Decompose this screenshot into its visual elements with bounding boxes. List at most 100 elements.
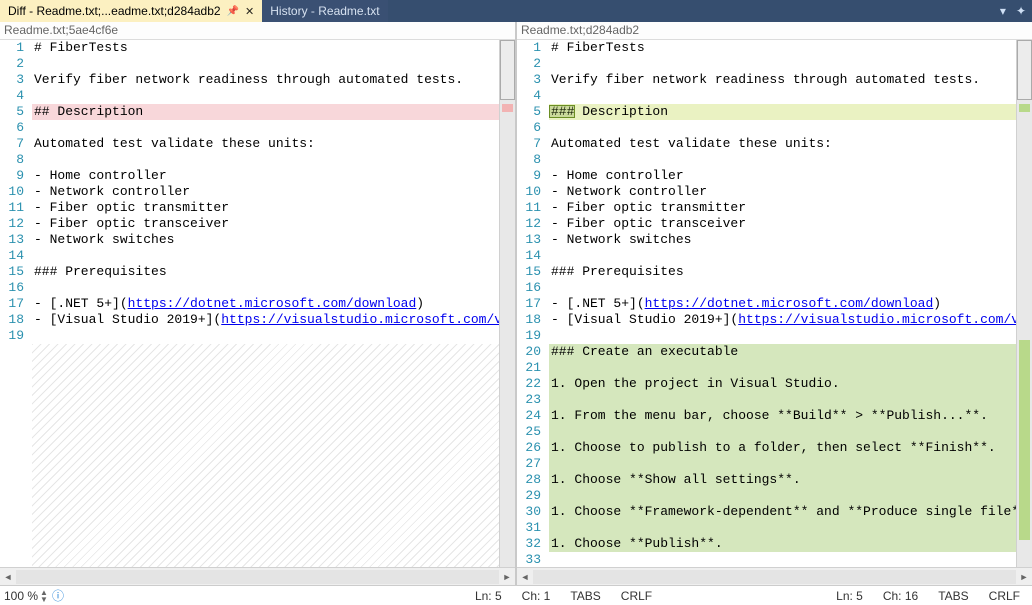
- window-position-icon[interactable]: ✦: [1016, 4, 1026, 18]
- status-tabs-left[interactable]: TABS: [562, 589, 608, 603]
- line-number: 8: [0, 152, 24, 168]
- right-code-area[interactable]: # FiberTests Verify fiber network readin…: [549, 40, 1016, 567]
- scroll-track[interactable]: [16, 570, 499, 584]
- line-number: 7: [0, 136, 24, 152]
- hyperlink[interactable]: https://dotnet.microsoft.com/download: [128, 296, 417, 311]
- code-line[interactable]: - Fiber optic transceiver: [32, 216, 499, 232]
- code-line[interactable]: ## Description: [32, 104, 499, 120]
- code-line[interactable]: 1. Choose **Framework-dependent** and **…: [549, 504, 1016, 520]
- code-line[interactable]: # FiberTests: [32, 40, 499, 56]
- code-line[interactable]: [32, 152, 499, 168]
- code-line[interactable]: # FiberTests: [549, 40, 1016, 56]
- code-line[interactable]: 1. Choose **Publish**.: [549, 536, 1016, 552]
- line-number: 5: [0, 104, 24, 120]
- code-line[interactable]: Verify fiber network readiness through a…: [549, 72, 1016, 88]
- code-line[interactable]: [549, 120, 1016, 136]
- code-line[interactable]: - Network controller: [32, 184, 499, 200]
- code-line[interactable]: [549, 328, 1016, 344]
- code-line[interactable]: 1. Open the project in Visual Studio.: [549, 376, 1016, 392]
- line-number: 11: [517, 200, 541, 216]
- code-line[interactable]: [549, 248, 1016, 264]
- code-line[interactable]: ### Prerequisites: [32, 264, 499, 280]
- line-number: 15: [0, 264, 24, 280]
- code-line[interactable]: - [.NET 5+](https://dotnet.microsoft.com…: [32, 296, 499, 312]
- status-line-right[interactable]: Ln: 5: [828, 589, 871, 603]
- code-line[interactable]: - [.NET 5+](https://dotnet.microsoft.com…: [549, 296, 1016, 312]
- code-line[interactable]: [549, 56, 1016, 72]
- line-number: 21: [517, 360, 541, 376]
- line-number: 10: [0, 184, 24, 200]
- code-line[interactable]: - Network switches: [32, 232, 499, 248]
- code-line[interactable]: [32, 280, 499, 296]
- code-line[interactable]: [32, 88, 499, 104]
- line-number: 19: [517, 328, 541, 344]
- code-line[interactable]: [549, 360, 1016, 376]
- zoom-control[interactable]: 100 % ▲▼: [4, 589, 48, 603]
- code-line[interactable]: - [Visual Studio 2019+](https://visualst…: [32, 312, 499, 328]
- right-hscrollbar[interactable]: ◄ ►: [517, 567, 1032, 585]
- status-crlf-right[interactable]: CRLF: [981, 589, 1028, 603]
- zoom-down-icon[interactable]: ▼: [40, 596, 48, 603]
- code-line[interactable]: [32, 248, 499, 264]
- scroll-right-icon[interactable]: ►: [1016, 569, 1032, 585]
- code-line[interactable]: [549, 280, 1016, 296]
- tab-overflow-dropdown-icon[interactable]: ▾: [1000, 4, 1006, 18]
- code-line[interactable]: [549, 520, 1016, 536]
- code-line[interactable]: [549, 552, 1016, 567]
- code-line[interactable]: - [Visual Studio 2019+](https://visualst…: [549, 312, 1016, 328]
- scroll-right-icon[interactable]: ►: [499, 569, 515, 585]
- code-line[interactable]: ### Create an executable: [549, 344, 1016, 360]
- code-line[interactable]: - Fiber optic transmitter: [549, 200, 1016, 216]
- code-line[interactable]: [549, 152, 1016, 168]
- pin-icon[interactable]: 📌: [227, 6, 239, 17]
- line-number: 9: [517, 168, 541, 184]
- left-code-area[interactable]: # FiberTests Verify fiber network readin…: [32, 40, 499, 567]
- right-editor[interactable]: 1234567891011121314151617181920212223242…: [517, 40, 1032, 567]
- code-line[interactable]: [32, 120, 499, 136]
- tab-history-readme[interactable]: History - Readme.txt: [262, 0, 387, 22]
- hyperlink[interactable]: https://dotnet.microsoft.com/download: [645, 296, 934, 311]
- code-line[interactable]: - Fiber optic transceiver: [549, 216, 1016, 232]
- status-crlf-left[interactable]: CRLF: [613, 589, 660, 603]
- code-line[interactable]: ### Prerequisites: [549, 264, 1016, 280]
- code-line[interactable]: [549, 456, 1016, 472]
- hyperlink[interactable]: https://visualstudio.microsoft.com/vs/: [221, 312, 499, 327]
- scroll-track[interactable]: [533, 570, 1016, 584]
- code-line[interactable]: Automated test validate these units:: [32, 136, 499, 152]
- code-line[interactable]: Verify fiber network readiness through a…: [32, 72, 499, 88]
- hyperlink[interactable]: https://visualstudio.microsoft.com/vs/: [738, 312, 1016, 327]
- code-line[interactable]: [549, 392, 1016, 408]
- line-number: 33: [517, 552, 541, 567]
- code-line[interactable]: - Fiber optic transmitter: [32, 200, 499, 216]
- status-col-left[interactable]: Ch: 1: [514, 589, 559, 603]
- tab-label: Diff - Readme.txt;...eadme.txt;d284adb2: [8, 4, 221, 18]
- left-hscrollbar[interactable]: ◄ ►: [0, 567, 515, 585]
- code-line[interactable]: - Network switches: [549, 232, 1016, 248]
- status-line[interactable]: Ln: 5: [467, 589, 510, 603]
- code-line[interactable]: 1. Choose to publish to a folder, then s…: [549, 440, 1016, 456]
- left-overview-ruler[interactable]: [499, 40, 515, 567]
- status-tabs-right[interactable]: TABS: [930, 589, 976, 603]
- code-line[interactable]: - Home controller: [32, 168, 499, 184]
- right-overview-ruler[interactable]: [1016, 40, 1032, 567]
- code-line[interactable]: [549, 488, 1016, 504]
- close-icon[interactable]: ✕: [245, 5, 254, 18]
- code-line[interactable]: 1. Choose **Show all settings**.: [549, 472, 1016, 488]
- tab-diff-readme[interactable]: Diff - Readme.txt;...eadme.txt;d284adb2 …: [0, 0, 262, 22]
- no-issues-icon[interactable]: ⓘ: [52, 587, 64, 604]
- code-line[interactable]: [549, 424, 1016, 440]
- scroll-left-icon[interactable]: ◄: [0, 569, 16, 585]
- code-line[interactable]: ### Description: [549, 104, 1016, 120]
- code-line[interactable]: - Home controller: [549, 168, 1016, 184]
- code-line[interactable]: Automated test validate these units:: [549, 136, 1016, 152]
- line-number: 17: [517, 296, 541, 312]
- code-line[interactable]: 1. From the menu bar, choose **Build** >…: [549, 408, 1016, 424]
- code-line[interactable]: [549, 88, 1016, 104]
- line-number: 9: [0, 168, 24, 184]
- code-line[interactable]: [32, 328, 499, 344]
- scroll-left-icon[interactable]: ◄: [517, 569, 533, 585]
- left-editor[interactable]: 12345678910111213141516171819 # FiberTes…: [0, 40, 515, 567]
- status-col-right[interactable]: Ch: 16: [875, 589, 926, 603]
- code-line[interactable]: [32, 56, 499, 72]
- code-line[interactable]: - Network controller: [549, 184, 1016, 200]
